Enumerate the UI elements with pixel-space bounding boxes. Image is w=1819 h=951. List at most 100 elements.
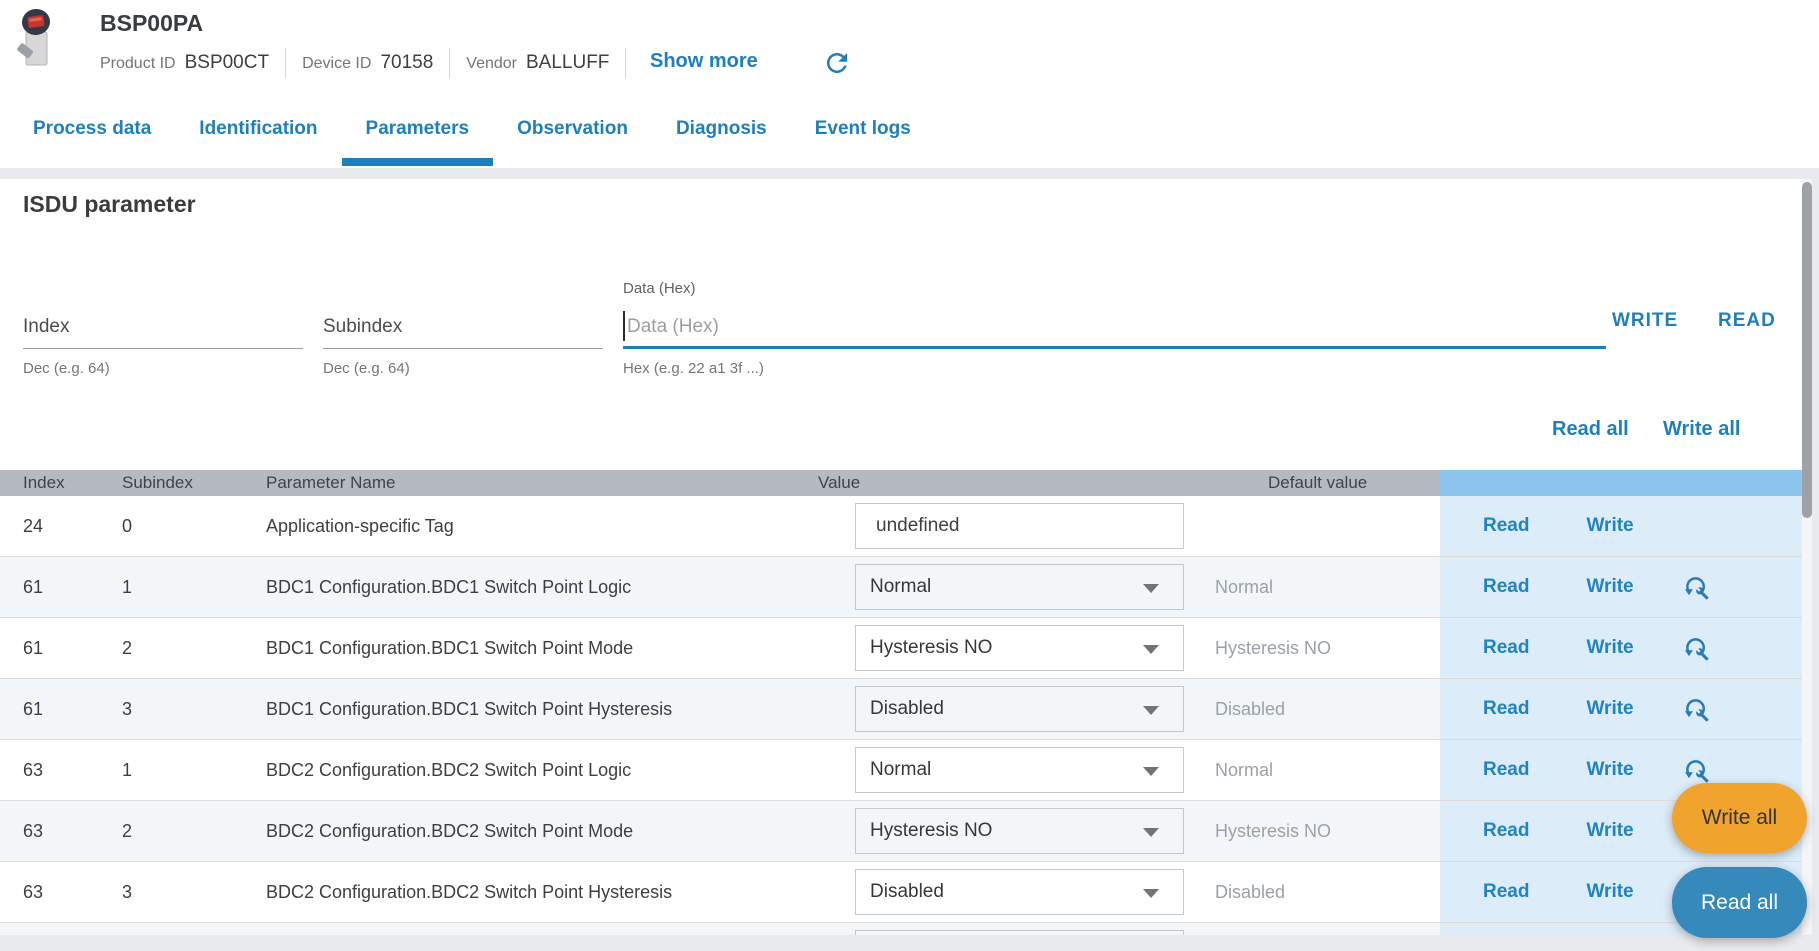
read-all-link[interactable]: Read all: [1552, 418, 1629, 441]
write-button[interactable]: WRITE: [1612, 310, 1678, 332]
row-write-button[interactable]: Write: [1586, 881, 1633, 903]
restore-default-icon[interactable]: [1683, 696, 1710, 723]
read-button[interactable]: READ: [1718, 310, 1776, 332]
cell-default-value: Normal: [1190, 740, 1440, 800]
default-value-text: Normal: [1215, 577, 1273, 598]
value-select-label: Normal: [870, 759, 931, 781]
cell-subindex: 3: [102, 862, 245, 922]
cell-index: 61: [0, 618, 102, 678]
header-subindex: Subindex: [102, 470, 245, 496]
value-select[interactable]: Normal: [855, 747, 1184, 793]
default-value-text: Disabled: [1215, 882, 1285, 903]
row-write-button[interactable]: Write: [1586, 515, 1633, 537]
product-id: Product ID BSP00CT: [100, 52, 269, 74]
tab-diagnosis[interactable]: Diagnosis: [652, 100, 791, 166]
chevron-down-icon: [1143, 584, 1159, 593]
parameters-panel: ISDU parameter Data (Hex) Dec (e.g. 64) …: [0, 179, 1802, 935]
show-more-link[interactable]: Show more: [650, 50, 758, 73]
cell-parameter-name: BDC2 Configuration.BDC2 Switch Point Hys…: [245, 862, 812, 922]
cell-subindex: 3: [102, 679, 245, 739]
data-hex-underline: [623, 346, 1606, 349]
scrollbar-thumb[interactable]: [1802, 182, 1812, 518]
subindex-input[interactable]: [323, 309, 603, 345]
table-header-row: Index Subindex Parameter Name Value Defa…: [0, 470, 1802, 496]
index-input[interactable]: [23, 309, 303, 345]
restore-default-icon[interactable]: [1683, 574, 1710, 601]
data-hex-floating-label: Data (Hex): [623, 280, 696, 297]
row-write-button[interactable]: Write: [1586, 820, 1633, 842]
cell-index: 61: [0, 557, 102, 617]
value-select: [855, 930, 1184, 935]
value-text-input[interactable]: [855, 503, 1184, 549]
data-hex-input[interactable]: [627, 309, 1602, 345]
row-read-button[interactable]: Read: [1483, 759, 1529, 781]
fab-write-all[interactable]: Write all: [1672, 783, 1807, 853]
row-read-button[interactable]: Read: [1483, 637, 1529, 659]
cell-value: [812, 496, 1190, 556]
separator: [285, 48, 286, 78]
cell-subindex: 2: [102, 801, 245, 861]
cell-index: 63: [0, 801, 102, 861]
cell-subindex: 1: [102, 740, 245, 800]
text-cursor: [623, 311, 625, 341]
refresh-icon[interactable]: [822, 48, 852, 78]
table-cell: [245, 923, 812, 935]
row-read-button[interactable]: Read: [1483, 698, 1529, 720]
restore-default-icon[interactable]: [1683, 757, 1710, 784]
value-select[interactable]: Hysteresis NO: [855, 625, 1184, 671]
table-body: 240Application-specific TagReadWrite611B…: [0, 496, 1802, 935]
separator: [449, 48, 450, 78]
cell-parameter-name: BDC2 Configuration.BDC2 Switch Point Mod…: [245, 801, 812, 861]
cell-value: Disabled: [812, 862, 1190, 922]
row-write-button[interactable]: Write: [1586, 698, 1633, 720]
row-write-button[interactable]: Write: [1586, 759, 1633, 781]
table-row: 611BDC1 Configuration.BDC1 Switch Point …: [0, 557, 1802, 618]
value-select[interactable]: Normal: [855, 564, 1184, 610]
cell-parameter-name: BDC1 Configuration.BDC1 Switch Point Mod…: [245, 618, 812, 678]
cell-default-value: Hysteresis NO: [1190, 618, 1440, 678]
cell-value: Hysteresis NO: [812, 801, 1190, 861]
row-read-button[interactable]: Read: [1483, 576, 1529, 598]
restore-default-icon[interactable]: [1683, 635, 1710, 662]
tab-event-logs[interactable]: Event logs: [791, 100, 935, 166]
default-value-text: Hysteresis NO: [1215, 638, 1331, 659]
cell-actions: Read Write: [1440, 496, 1802, 556]
cell-actions: Read Write: [1440, 557, 1802, 617]
device-info-line: Product ID BSP00CT Device ID 70158 Vendo…: [100, 46, 642, 80]
row-read-button[interactable]: Read: [1483, 881, 1529, 903]
fab-read-all[interactable]: Read all: [1672, 867, 1807, 938]
header-value: Value: [812, 470, 1190, 496]
index-hint: Dec (e.g. 64): [23, 360, 110, 377]
default-value-text: Hysteresis NO: [1215, 821, 1331, 842]
cell-value: Hysteresis NO: [812, 618, 1190, 678]
row-write-button[interactable]: Write: [1586, 576, 1633, 598]
value-select-label: Normal: [870, 576, 931, 598]
row-read-button[interactable]: Read: [1483, 820, 1529, 842]
cell-subindex: 0: [102, 496, 245, 556]
value-text-field[interactable]: [856, 515, 1183, 537]
header-actions: [1440, 470, 1802, 496]
default-value-text: Disabled: [1215, 699, 1285, 720]
value-select[interactable]: Disabled: [855, 686, 1184, 732]
value-select-label: Hysteresis NO: [870, 820, 992, 842]
cell-actions: Read Write: [1440, 679, 1802, 739]
cell-index: 61: [0, 679, 102, 739]
cell-index: 63: [0, 740, 102, 800]
tab-observation[interactable]: Observation: [493, 100, 652, 166]
separator: [625, 48, 626, 78]
value-select[interactable]: Disabled: [855, 869, 1184, 915]
write-all-link[interactable]: Write all: [1663, 418, 1740, 441]
value-select-label: Disabled: [870, 698, 944, 720]
tab-process-data[interactable]: Process data: [9, 100, 175, 166]
table-row: 612BDC1 Configuration.BDC1 Switch Point …: [0, 618, 1802, 679]
tab-parameters[interactable]: Parameters: [342, 100, 494, 166]
cell-index: 63: [0, 862, 102, 922]
chevron-down-icon: [1143, 889, 1159, 898]
row-write-button[interactable]: Write: [1586, 637, 1633, 659]
index-underline: [23, 348, 303, 349]
tab-identification[interactable]: Identification: [175, 100, 341, 166]
value-select[interactable]: Hysteresis NO: [855, 808, 1184, 854]
cell-value: Disabled: [812, 679, 1190, 739]
cell-subindex: 2: [102, 618, 245, 678]
row-read-button[interactable]: Read: [1483, 515, 1529, 537]
